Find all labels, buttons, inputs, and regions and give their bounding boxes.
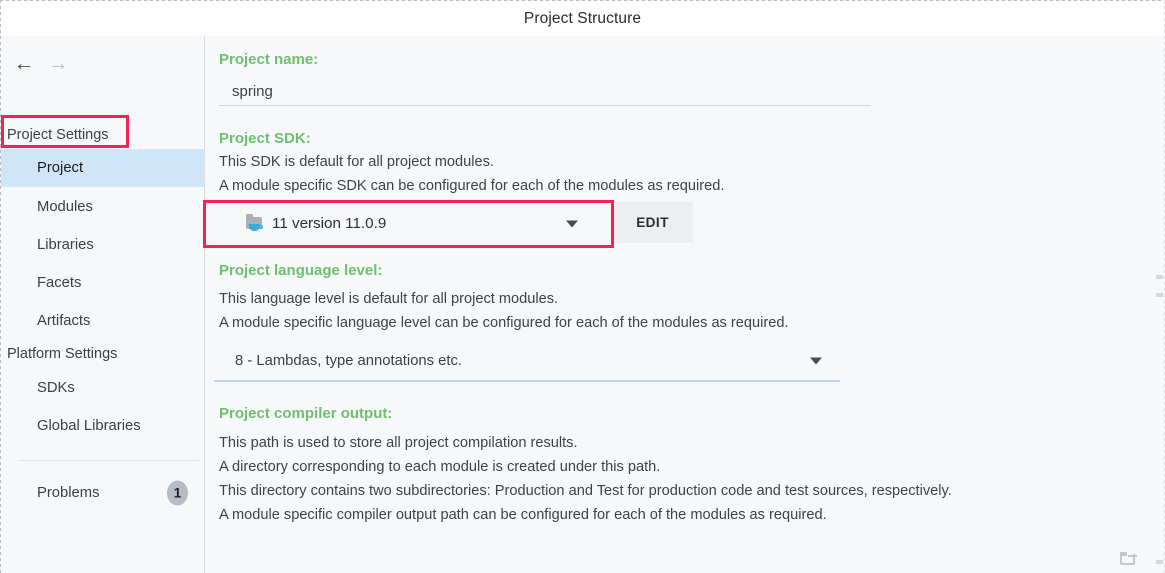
sidebar-item-project[interactable]: Project <box>1 149 204 187</box>
project-sdk-value: 11 version 11.0.9 <box>272 215 387 232</box>
project-structure-dialog: Project Structure ← → Project Settings P… <box>0 0 1165 573</box>
sidebar-item-label: Modules <box>37 199 93 215</box>
compiler-output-description-line4: A module specific compiler output path c… <box>219 507 827 523</box>
sidebar-item-facets[interactable]: Facets <box>1 264 204 302</box>
sidebar-item-label: Global Libraries <box>37 418 141 434</box>
project-name-input[interactable]: spring <box>219 78 871 106</box>
scrollbar-tick <box>1156 293 1163 297</box>
edit-sdk-button[interactable]: EDIT <box>612 202 693 243</box>
dialog-title: Project Structure <box>523 9 642 27</box>
sidebar-item-label: SDKs <box>37 380 75 396</box>
sidebar-group-platform-settings: Platform Settings <box>7 346 118 362</box>
project-settings-panel: Project name: spring Project SDK: This S… <box>206 36 1164 573</box>
project-sdk-dropdown[interactable]: 11 version 11.0.9 <box>206 202 600 248</box>
sidebar-item-artifacts[interactable]: Artifacts <box>1 302 204 340</box>
problems-count-badge: 1 <box>167 480 188 506</box>
sidebar-item-sdks[interactable]: SDKs <box>1 369 204 407</box>
language-level-dropdown[interactable]: 8 - Lambdas, type annotations etc. <box>214 342 840 382</box>
sidebar-item-label: Project <box>37 160 84 176</box>
compiler-output-path-input[interactable] <box>214 532 1151 573</box>
project-sdk-description-line2: A module specific SDK can be configured … <box>219 178 725 194</box>
sidebar-item-problems[interactable]: Problems 1 <box>1 474 204 512</box>
language-level-description-line1: This language level is default for all p… <box>219 291 559 307</box>
sidebar-item-label: Libraries <box>37 237 94 253</box>
sidebar-item-global-libraries[interactable]: Global Libraries <box>1 407 204 445</box>
settings-sidebar: ← → Project Settings Project Modules Lib… <box>1 36 205 573</box>
compiler-output-description-line3: This directory contains two subdirectori… <box>219 483 952 499</box>
project-sdk-heading: Project SDK: <box>219 130 311 147</box>
language-level-heading: Project language level: <box>219 262 383 279</box>
sidebar-divider <box>19 460 199 461</box>
compiler-output-description-line1: This path is used to store all project c… <box>219 435 578 451</box>
scrollbar-tick <box>1156 275 1163 279</box>
language-level-value: 8 - Lambdas, type annotations etc. <box>235 353 463 369</box>
edit-sdk-button-label: EDIT <box>636 215 669 230</box>
sidebar-group-project-settings: Project Settings <box>7 127 109 143</box>
sidebar-item-modules[interactable]: Modules <box>1 188 204 226</box>
chevron-down-icon[interactable] <box>566 220 578 227</box>
language-level-description-line2: A module specific language level can be … <box>219 315 789 331</box>
sidebar-item-label: Artifacts <box>37 313 91 329</box>
compiler-output-heading: Project compiler output: <box>219 405 393 422</box>
sidebar-item-label: Problems <box>37 485 100 501</box>
project-sdk-description-line1: This SDK is default for all project modu… <box>219 154 494 170</box>
project-name-heading: Project name: <box>219 51 319 68</box>
project-name-value: spring <box>232 83 273 100</box>
sidebar-nav-arrows: ← → <box>1 48 205 78</box>
java-sdk-folder-icon <box>246 213 264 233</box>
forward-arrow-icon: → <box>47 51 69 75</box>
folder-browse-icon[interactable] <box>1120 551 1137 566</box>
chevron-down-icon[interactable] <box>810 357 822 365</box>
compiler-output-description-line2: A directory corresponding to each module… <box>219 459 661 475</box>
project-sdk-row: 11 version 11.0.9 EDIT <box>206 202 706 248</box>
scrollbar-tick <box>1156 560 1163 564</box>
back-arrow-icon[interactable]: ← <box>7 50 41 76</box>
sidebar-item-label: Facets <box>37 275 82 291</box>
dialog-titlebar: Project Structure <box>1 1 1164 36</box>
sidebar-item-libraries[interactable]: Libraries <box>1 226 204 264</box>
